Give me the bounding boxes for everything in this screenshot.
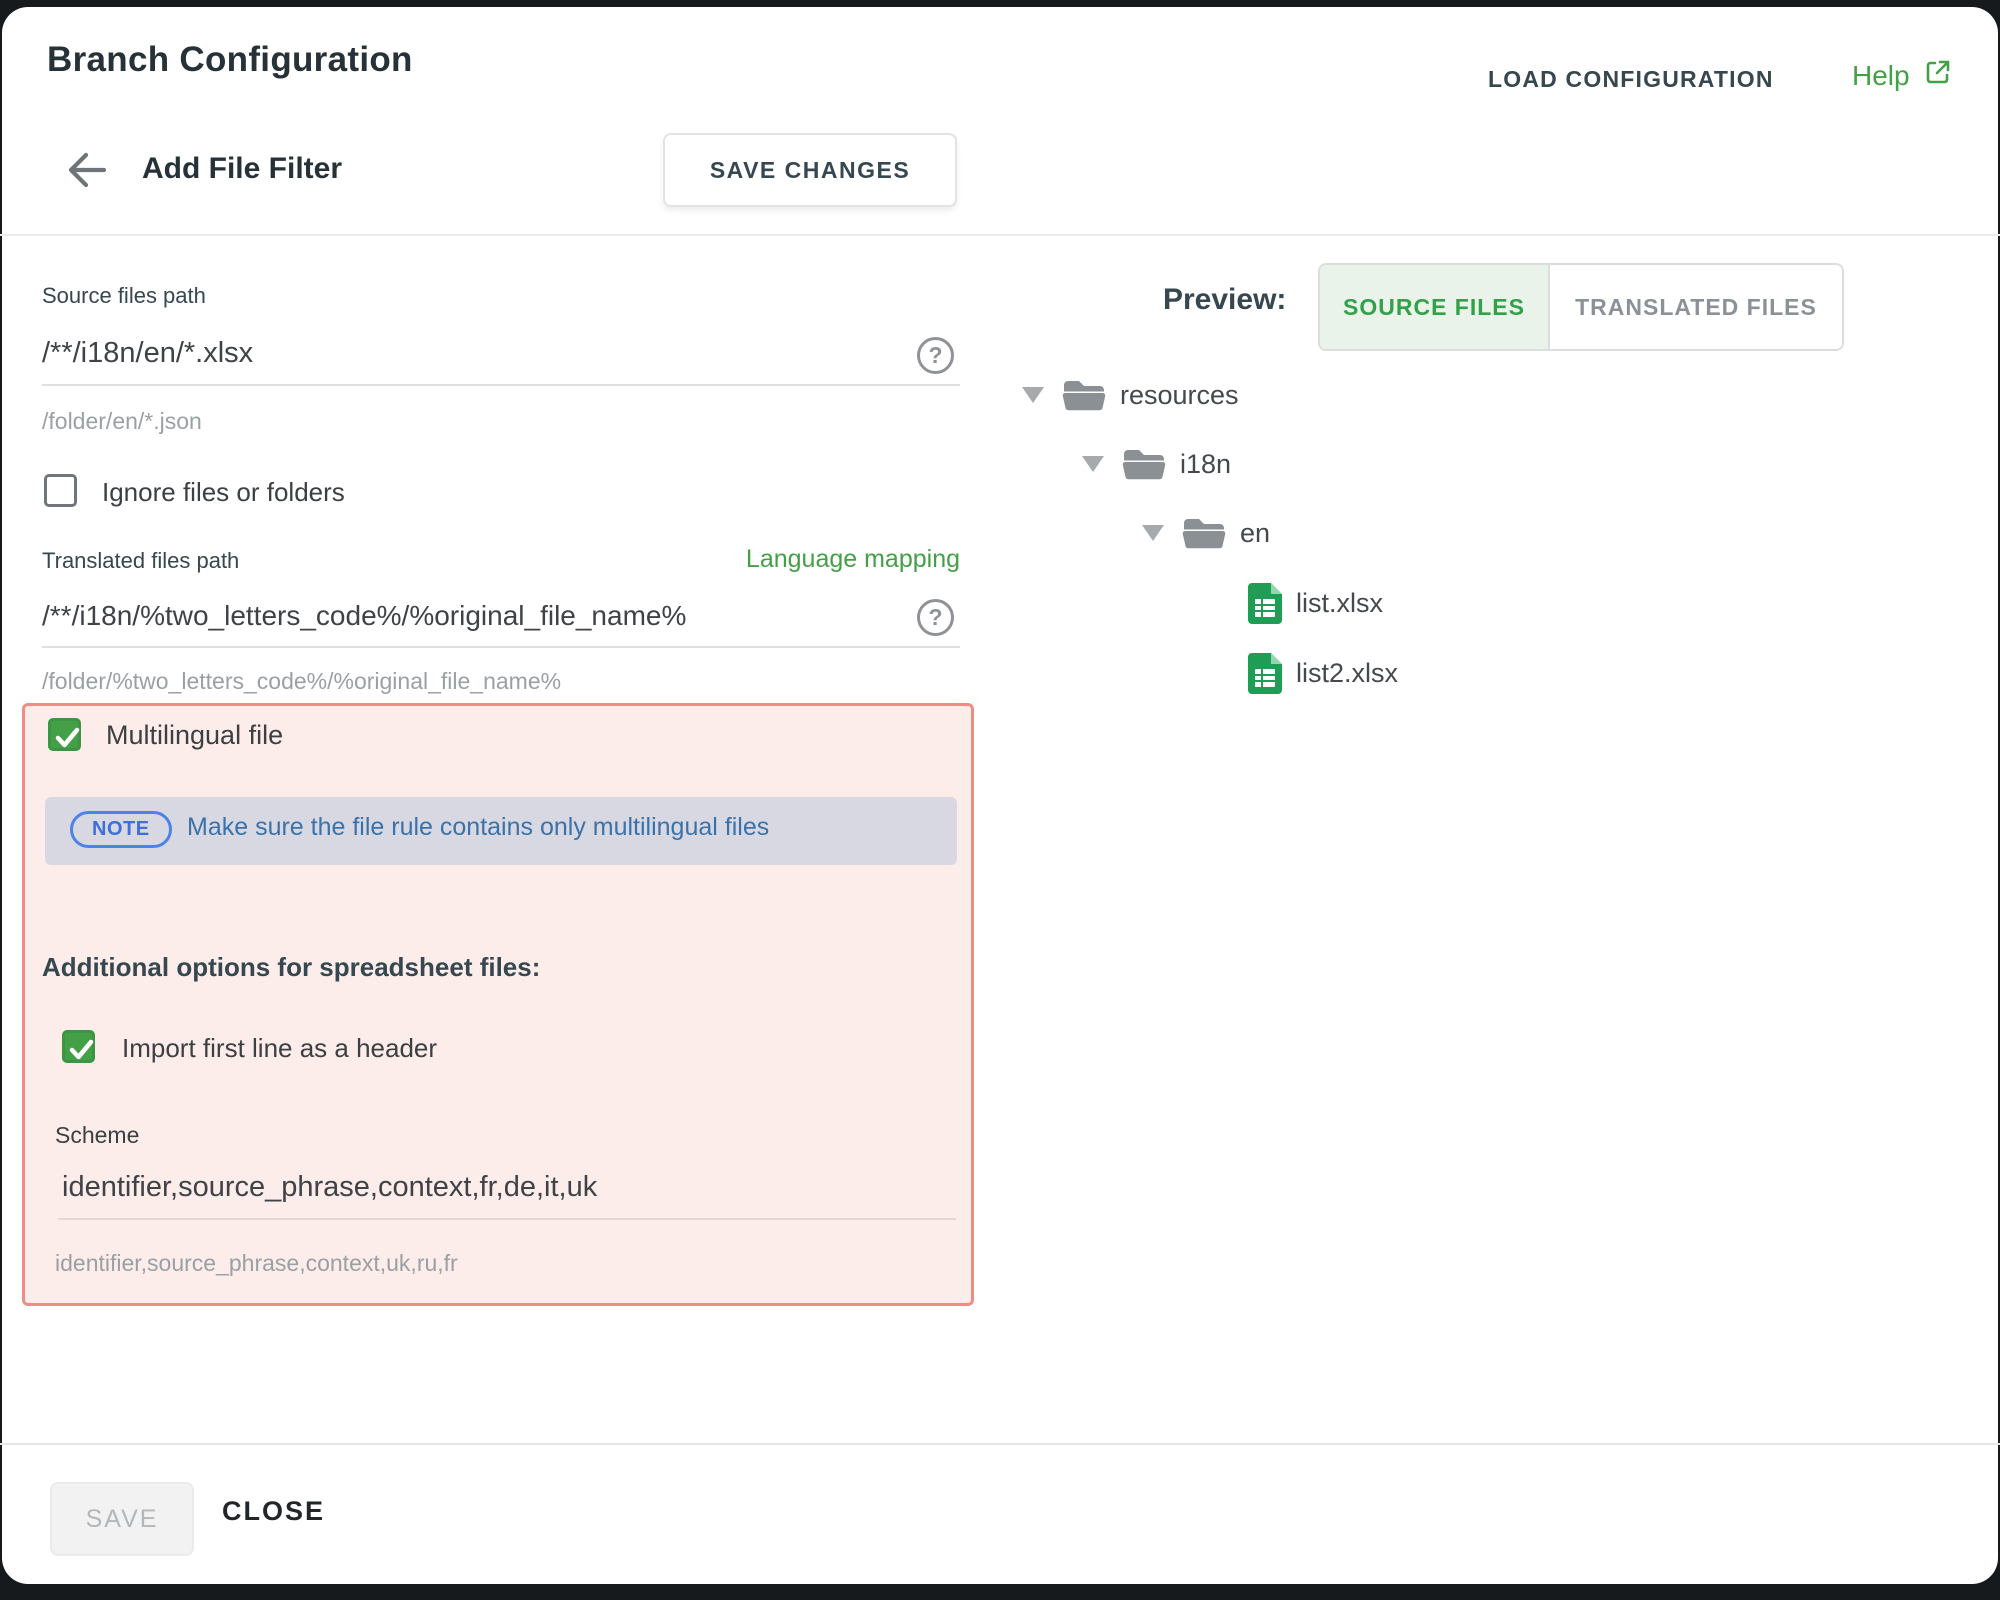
folder-icon [1182, 515, 1226, 551]
ignore-files-checkbox-label[interactable]: Ignore files or folders [102, 477, 345, 508]
footer-divider [0, 1443, 2000, 1445]
checkmark-icon [51, 721, 84, 754]
help-link[interactable]: Help [1852, 58, 1952, 93]
source-files-path-value[interactable]: /**/i18n/en/*.xlsx [42, 337, 253, 370]
translated-files-path-field[interactable]: /**/i18n/%two_letters_code%/%original_fi… [42, 584, 960, 648]
tree-row-resources[interactable]: resources [1022, 372, 1239, 418]
ignore-files-checkbox[interactable] [44, 474, 77, 507]
tree-folder-name[interactable]: resources [1120, 380, 1239, 411]
preview-label: Preview: [1163, 283, 1286, 317]
preview-toggle: SOURCE FILES TRANSLATED FILES [1318, 263, 1844, 351]
caret-down-icon[interactable] [1022, 387, 1044, 403]
translated-files-path-helper: /folder/%two_letters_code%/%original_fil… [42, 668, 561, 695]
back-button[interactable] [62, 146, 110, 194]
back-arrow-icon [62, 146, 110, 194]
spreadsheet-options-heading: Additional options for spreadsheet files… [42, 952, 540, 983]
scheme-label: Scheme [55, 1122, 139, 1149]
scheme-field[interactable]: identifier,source_phrase,context,fr,de,i… [58, 1158, 956, 1220]
source-files-path-field[interactable]: /**/i18n/en/*.xlsx ? [42, 322, 960, 386]
folder-icon [1062, 377, 1106, 413]
tree-folder-name[interactable]: en [1240, 518, 1270, 549]
translated-files-path-value[interactable]: /**/i18n/%two_letters_code%/%original_fi… [42, 600, 686, 632]
spreadsheet-file-icon [1248, 583, 1282, 624]
save-changes-button[interactable]: SAVE CHANGES [663, 133, 957, 207]
spreadsheet-file-icon [1248, 653, 1282, 694]
tree-row-list2-xlsx[interactable]: list2.xlsx [1248, 650, 1398, 696]
caret-down-icon[interactable] [1082, 456, 1104, 472]
screen: Branch Configuration LOAD CONFIGURATION … [0, 0, 2000, 1600]
tab-translated-files[interactable]: TRANSLATED FILES [1550, 265, 1842, 349]
translated-path-help-icon[interactable]: ? [917, 599, 954, 636]
tree-folder-name[interactable]: i18n [1180, 449, 1231, 480]
caret-down-icon[interactable] [1142, 525, 1164, 541]
external-link-icon [1924, 58, 1952, 93]
tree-row-list-xlsx[interactable]: list.xlsx [1248, 580, 1383, 626]
language-mapping-link[interactable]: Language mapping [746, 545, 960, 574]
tab-source-files[interactable]: SOURCE FILES [1320, 265, 1550, 349]
note-badge: NOTE [70, 811, 172, 848]
import-first-line-checkbox-label[interactable]: Import first line as a header [122, 1033, 437, 1064]
scheme-value[interactable]: identifier,source_phrase,context,fr,de,i… [62, 1171, 597, 1204]
tree-file-name[interactable]: list2.xlsx [1296, 658, 1398, 689]
checkmark-icon [65, 1033, 98, 1066]
load-configuration-button[interactable]: LOAD CONFIGURATION [1488, 66, 1774, 93]
source-files-path-label: Source files path [42, 283, 206, 309]
source-path-help-icon[interactable]: ? [917, 337, 954, 374]
page-title: Branch Configuration [47, 40, 413, 80]
source-files-path-helper: /folder/en/*.json [42, 408, 202, 435]
multilingual-file-checkbox[interactable] [48, 718, 81, 751]
import-first-line-checkbox[interactable] [62, 1030, 95, 1063]
save-button[interactable]: SAVE [50, 1482, 194, 1556]
translated-files-path-label: Translated files path [42, 548, 239, 574]
scheme-helper: identifier,source_phrase,context,uk,ru,f… [55, 1250, 458, 1277]
subheader-title: Add File Filter [142, 152, 342, 186]
tree-row-en[interactable]: en [1142, 510, 1270, 556]
tree-file-name[interactable]: list.xlsx [1296, 588, 1383, 619]
multilingual-file-checkbox-label[interactable]: Multilingual file [106, 720, 283, 751]
tree-row-i18n[interactable]: i18n [1082, 441, 1231, 487]
note-text: Make sure the file rule contains only mu… [187, 813, 769, 842]
note-banner: NOTE Make sure the file rule contains on… [45, 797, 957, 865]
close-button[interactable]: CLOSE [222, 1496, 325, 1527]
header-divider [0, 234, 2000, 236]
help-link-label: Help [1852, 60, 1910, 92]
folder-icon [1122, 446, 1166, 482]
